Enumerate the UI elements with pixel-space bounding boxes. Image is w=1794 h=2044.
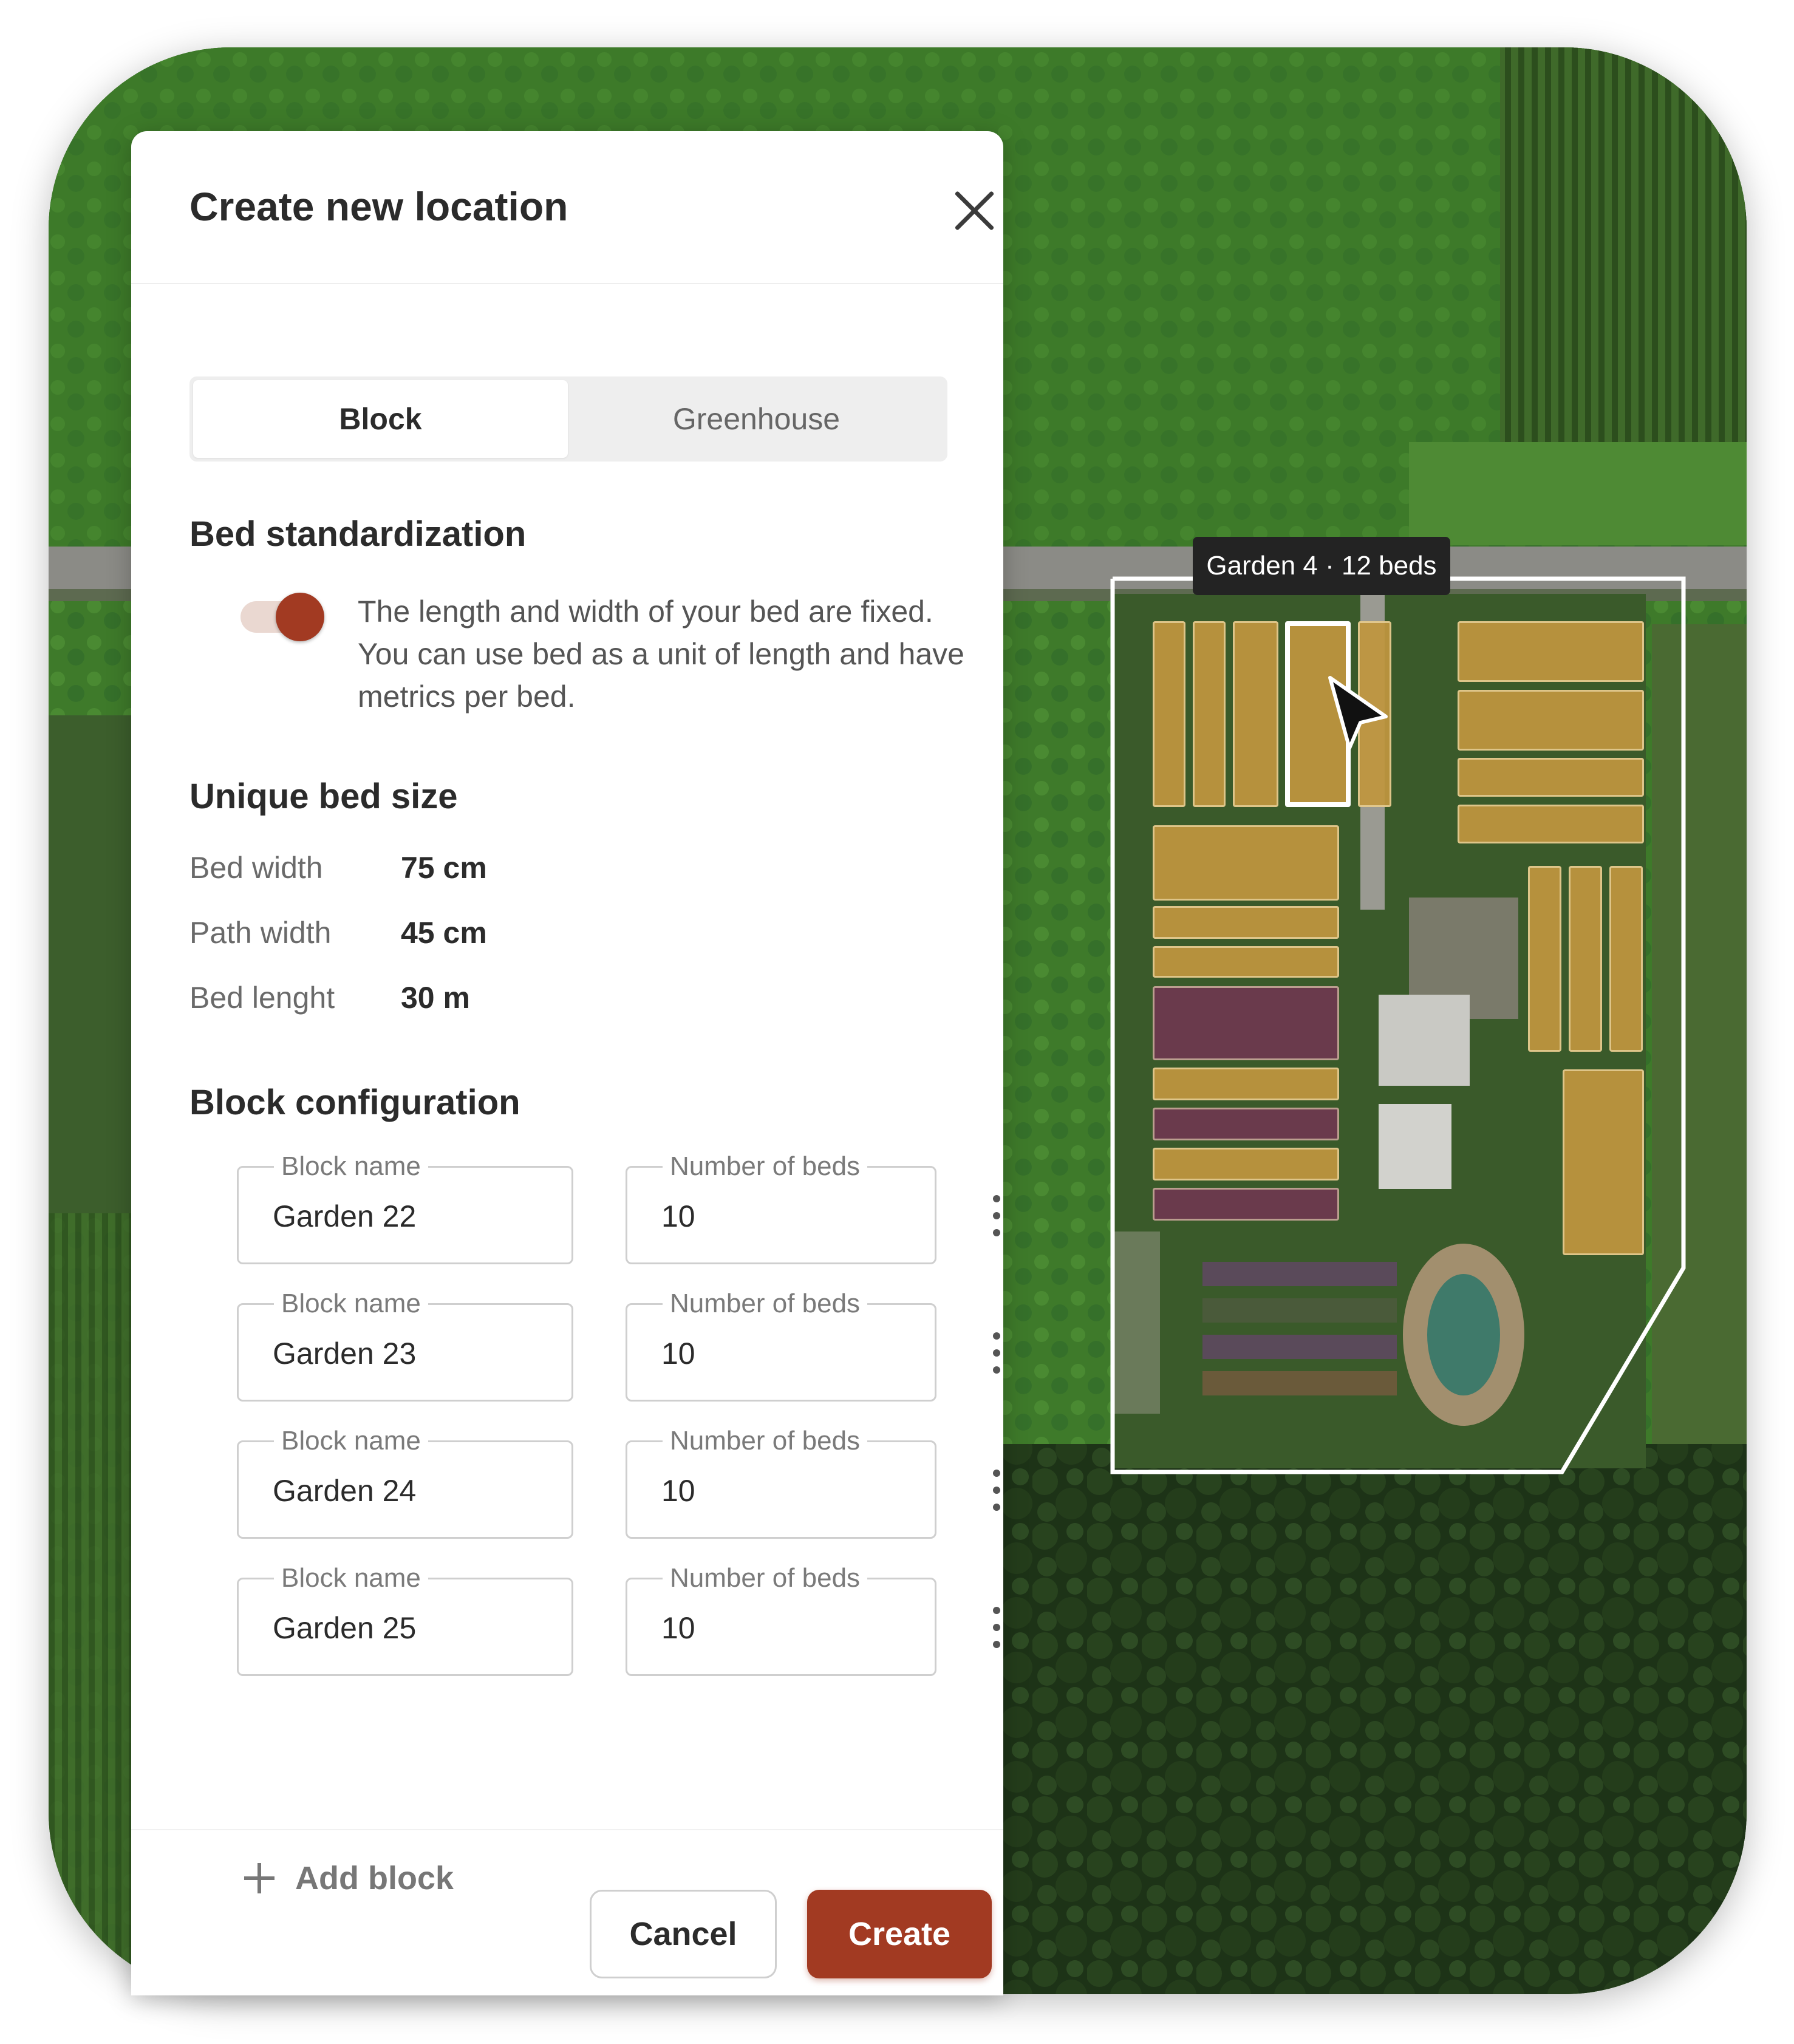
location-type-switch: Block Greenhouse xyxy=(189,376,947,462)
block-name-value: Garden 22 xyxy=(273,1199,417,1233)
bed[interactable] xyxy=(1153,1068,1339,1100)
number-of-beds-value: 10 xyxy=(661,1611,695,1645)
path-width-value: 45 cm xyxy=(401,916,487,950)
block-name-label: Block name xyxy=(274,1561,428,1595)
block-name-field[interactable]: Block name Garden 23 xyxy=(237,1287,573,1402)
number-of-beds-field[interactable]: Number of beds 10 xyxy=(626,1150,936,1264)
block-menu-icon[interactable] xyxy=(984,1603,1008,1652)
number-of-beds-field[interactable]: Number of beds 10 xyxy=(626,1287,936,1402)
bed[interactable] xyxy=(1233,621,1278,807)
garden-tooltip: Garden 4 · 12 beds xyxy=(1193,537,1450,595)
bed-standardization-toggle[interactable] xyxy=(240,593,326,641)
cancel-button[interactable]: Cancel xyxy=(590,1890,777,1978)
block-name-label: Block name xyxy=(274,1150,428,1184)
create-location-dialog: Create new location Block Greenhouse Bed… xyxy=(131,131,1003,1995)
number-of-beds-label: Number of beds xyxy=(663,1424,868,1458)
number-of-beds-value: 10 xyxy=(661,1337,695,1371)
block-name-field[interactable]: Block name Garden 25 xyxy=(237,1561,573,1676)
number-of-beds-label: Number of beds xyxy=(663,1150,868,1184)
dialog-header: Create new location xyxy=(131,131,1003,284)
tab-block[interactable]: Block xyxy=(193,380,568,458)
create-button[interactable]: Create xyxy=(807,1890,992,1978)
tab-greenhouse[interactable]: Greenhouse xyxy=(569,380,944,458)
number-of-beds-label: Number of beds xyxy=(663,1287,868,1321)
bed[interactable] xyxy=(1458,621,1644,682)
block-name-label: Block name xyxy=(274,1424,428,1458)
number-of-beds-field[interactable]: Number of beds 10 xyxy=(626,1424,936,1539)
bed[interactable] xyxy=(1153,825,1339,901)
number-of-beds-field[interactable]: Number of beds 10 xyxy=(626,1561,936,1676)
dialog-title: Create new location xyxy=(189,184,568,229)
cursor-icon xyxy=(1328,676,1388,750)
bed[interactable] xyxy=(1458,805,1644,843)
bed-length-value: 30 m xyxy=(401,981,470,1015)
block-name-value: Garden 24 xyxy=(273,1474,417,1508)
block-name-field[interactable]: Block name Garden 24 xyxy=(237,1424,573,1539)
unique-bed-size-title: Unique bed size xyxy=(189,777,458,816)
bed[interactable] xyxy=(1153,946,1339,978)
bed[interactable] xyxy=(1563,1069,1644,1255)
bed[interactable] xyxy=(1153,1188,1339,1221)
bed-width-label: Bed width xyxy=(189,851,323,885)
bed-width-value: 75 cm xyxy=(401,851,487,885)
close-icon[interactable] xyxy=(951,187,997,233)
bed[interactable] xyxy=(1458,690,1644,751)
bed-length-label: Bed lenght xyxy=(189,981,335,1015)
number-of-beds-label: Number of beds xyxy=(663,1561,868,1595)
block-name-value: Garden 23 xyxy=(273,1337,417,1371)
bed[interactable] xyxy=(1153,986,1339,1060)
bed[interactable] xyxy=(1153,621,1185,807)
number-of-beds-value: 10 xyxy=(661,1474,695,1508)
bed[interactable] xyxy=(1153,906,1339,939)
block-menu-icon[interactable] xyxy=(984,1191,1008,1240)
block-name-label: Block name xyxy=(274,1287,428,1321)
bed-standardization-title: Bed standardization xyxy=(189,514,527,554)
block-menu-icon[interactable] xyxy=(984,1329,1008,1377)
path-width-label: Path width xyxy=(189,916,332,950)
bed-standardization-description: The length and width of your bed are fix… xyxy=(358,594,964,714)
bed[interactable] xyxy=(1153,1108,1339,1140)
toggle-knob xyxy=(276,593,324,641)
number-of-beds-value: 10 xyxy=(661,1199,695,1233)
bed[interactable] xyxy=(1458,758,1644,797)
bed[interactable] xyxy=(1153,1148,1339,1180)
bed[interactable] xyxy=(1569,866,1602,1052)
block-configuration-title: Block configuration xyxy=(189,1083,520,1122)
bed[interactable] xyxy=(1193,621,1226,807)
bed[interactable] xyxy=(1609,866,1643,1052)
block-menu-icon[interactable] xyxy=(984,1466,1008,1514)
bed[interactable] xyxy=(1528,866,1561,1052)
block-name-value: Garden 25 xyxy=(273,1611,417,1645)
dialog-footer: Cancel Create xyxy=(131,1829,1003,1997)
block-name-field[interactable]: Block name Garden 22 xyxy=(237,1150,573,1264)
